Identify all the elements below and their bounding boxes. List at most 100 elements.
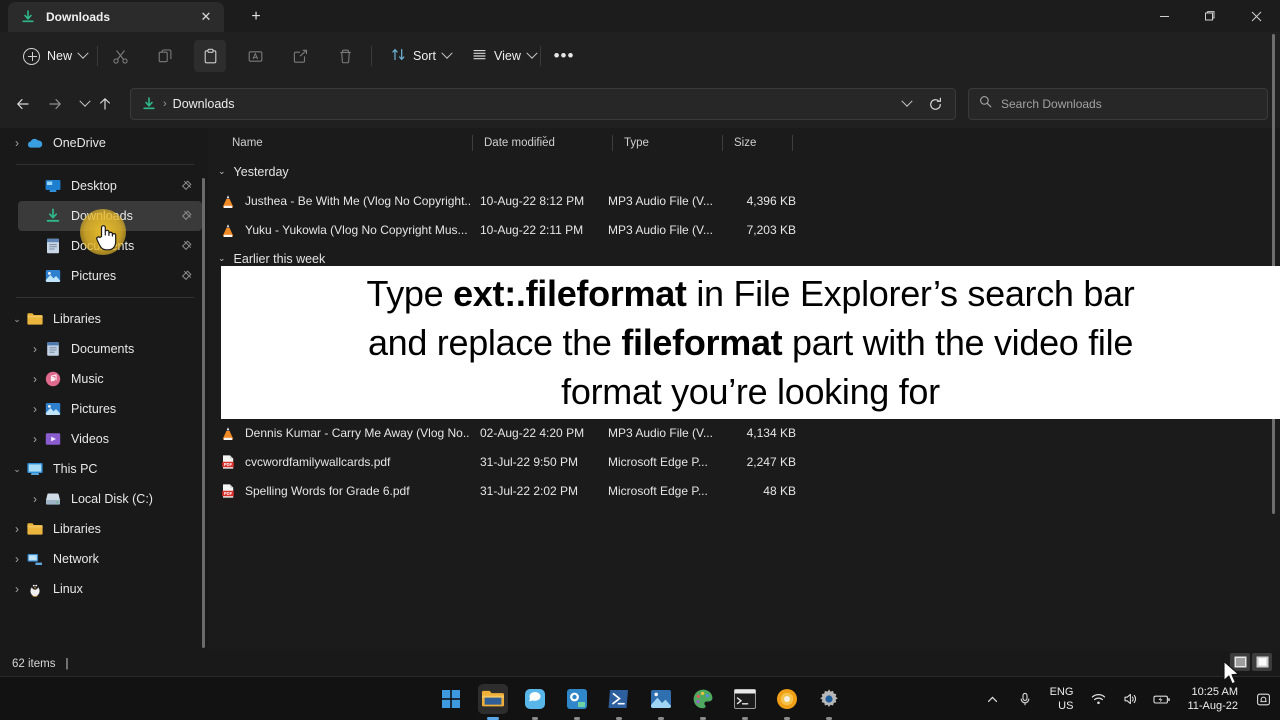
- edge-browser-icon[interactable]: [562, 684, 592, 714]
- photos-icon[interactable]: [646, 684, 676, 714]
- chevron-right-icon[interactable]: ›: [26, 492, 44, 506]
- back-button[interactable]: [8, 89, 38, 119]
- maximize-button[interactable]: [1187, 0, 1232, 32]
- sidebar-item-local-disk-c[interactable]: ›Local Disk (C:): [18, 484, 202, 514]
- file-row[interactable]: Dennis Kumar - Carry Me Away (Vlog No...…: [208, 418, 1280, 447]
- sidebar-item-label: Libraries: [53, 522, 101, 536]
- file-group-header[interactable]: ⌄Yesterday: [208, 157, 1280, 186]
- window-close-button[interactable]: [1232, 0, 1280, 32]
- file-row[interactable]: Yuku - Yukowla (Vlog No Copyright Mus...…: [208, 215, 1280, 244]
- file-name: Justhea - Be With Me (Vlog No Copyright.…: [245, 194, 470, 208]
- teams-chat-icon[interactable]: [520, 684, 550, 714]
- sidebar-item-label: Linux: [53, 582, 83, 596]
- search-box[interactable]: Search Downloads: [968, 88, 1268, 120]
- sidebar-item-music[interactable]: ›Music: [18, 364, 202, 394]
- settings-gear-icon[interactable]: [814, 684, 844, 714]
- chevron-up-icon[interactable]: [982, 688, 1004, 710]
- search-icon: [979, 95, 992, 113]
- view-button[interactable]: View: [464, 40, 544, 72]
- downloads-arrow-icon: [141, 96, 157, 112]
- sidebar-scrollbar[interactable]: [202, 178, 205, 648]
- microphone-icon[interactable]: [1014, 688, 1036, 710]
- chevron-right-icon[interactable]: ›: [26, 342, 44, 356]
- chevron-down-icon[interactable]: ⌄: [8, 464, 26, 475]
- this-pc-icon: [26, 460, 44, 478]
- tab-downloads[interactable]: Downloads ✕: [8, 2, 224, 32]
- chevron-down-icon[interactable]: ⌄: [8, 314, 26, 325]
- minimize-button[interactable]: [1142, 0, 1187, 32]
- language-indicator[interactable]: ENG US: [1046, 685, 1078, 713]
- file-row[interactable]: Justhea - Be With Me (Vlog No Copyright.…: [208, 186, 1280, 215]
- sidebar-item-libraries[interactable]: ⌄Libraries: [0, 304, 202, 334]
- sort-button[interactable]: Sort: [383, 40, 459, 72]
- windows-start-icon[interactable]: [436, 684, 466, 714]
- clock[interactable]: 10:25 AM 11-Aug-22: [1183, 685, 1242, 713]
- paint-icon[interactable]: [688, 684, 718, 714]
- file-row[interactable]: PDFcvcwordfamilywallcards.pdf31-Jul-22 9…: [208, 447, 1280, 476]
- sort-icon: [391, 47, 406, 65]
- delete-button[interactable]: [329, 40, 361, 72]
- cut-icon: [112, 48, 129, 65]
- chevron-down-icon: [77, 48, 88, 59]
- battery-charging-icon[interactable]: [1151, 688, 1173, 710]
- firefox-icon[interactable]: [772, 684, 802, 714]
- chevron-right-icon[interactable]: ›: [26, 372, 44, 386]
- chevron-right-icon[interactable]: ›: [26, 402, 44, 416]
- sidebar-item-network[interactable]: ›Network: [0, 544, 202, 574]
- file-explorer-icon[interactable]: [478, 684, 508, 714]
- new-tab-button[interactable]: +: [243, 5, 269, 29]
- new-button[interactable]: New: [14, 40, 96, 72]
- videos-lib-icon: [44, 430, 62, 448]
- chevron-right-icon[interactable]: ›: [8, 552, 26, 566]
- paste-button[interactable]: [194, 40, 226, 72]
- chevron-right-icon[interactable]: ›: [26, 432, 44, 446]
- file-type-cell: Microsoft Edge P...: [608, 447, 708, 476]
- chevron-right-icon[interactable]: ›: [8, 522, 26, 536]
- sidebar-item-videos[interactable]: ›Videos: [18, 424, 202, 454]
- file-row[interactable]: PDFSpelling Words for Grade 6.pdf31-Jul-…: [208, 476, 1280, 505]
- item-count: 62 items: [0, 658, 55, 670]
- view-icon: [472, 47, 487, 65]
- sidebar-item-libraries[interactable]: › Libraries: [0, 514, 202, 544]
- sidebar-item-linux[interactable]: › Linux: [0, 574, 202, 604]
- sidebar-item-documents[interactable]: ›Documents: [18, 334, 202, 364]
- column-header-name[interactable]: Name: [220, 128, 263, 157]
- sidebar-item-pictures[interactable]: ›Pictures: [18, 394, 202, 424]
- sidebar-item-desktop[interactable]: Desktop: [18, 171, 202, 201]
- wifi-icon[interactable]: [1087, 688, 1109, 710]
- pin-icon[interactable]: [181, 180, 192, 193]
- up-button[interactable]: [90, 89, 120, 119]
- chevron-right-icon[interactable]: ›: [8, 582, 26, 596]
- close-icon[interactable]: ✕: [196, 7, 216, 27]
- terminal-icon[interactable]: [730, 684, 760, 714]
- breadcrumb[interactable]: Downloads: [173, 97, 235, 111]
- speaker-icon[interactable]: [1119, 688, 1141, 710]
- address-bar[interactable]: › Downloads: [130, 88, 956, 120]
- sidebar-item-onedrive[interactable]: ›OneDrive: [0, 128, 202, 158]
- refresh-icon[interactable]: [921, 90, 949, 118]
- powershell-icon[interactable]: [604, 684, 634, 714]
- copy-button[interactable]: [149, 40, 181, 72]
- column-header-size[interactable]: Size: [722, 128, 756, 157]
- forward-button[interactable]: [40, 89, 70, 119]
- sidebar-item-pictures[interactable]: Pictures: [18, 261, 202, 291]
- address-chevron-down-icon[interactable]: [893, 90, 921, 118]
- column-header-type[interactable]: Type: [612, 128, 649, 157]
- file-name-cell: Yuku - Yukowla (Vlog No Copyright Mus...: [220, 215, 470, 244]
- more-options-button[interactable]: •••: [549, 40, 579, 72]
- overlay-line-2: and replace the fileformat part with the…: [368, 318, 1133, 367]
- cut-button[interactable]: [104, 40, 136, 72]
- chevron-right-icon[interactable]: ›: [8, 136, 26, 150]
- pin-icon[interactable]: [181, 210, 192, 223]
- share-button[interactable]: [284, 40, 316, 72]
- overlay-line-1-a: Type: [367, 273, 454, 314]
- pin-icon[interactable]: [181, 270, 192, 283]
- rename-button[interactable]: [239, 40, 271, 72]
- pin-icon[interactable]: [181, 240, 192, 253]
- sidebar-item-this-pc[interactable]: ⌄This PC: [0, 454, 202, 484]
- large-icons-view-icon[interactable]: [1252, 653, 1272, 671]
- column-divider[interactable]: [792, 135, 793, 151]
- notification-bell-icon[interactable]: [1252, 688, 1274, 710]
- search-input[interactable]: Search Downloads: [1001, 97, 1102, 111]
- status-bar: 62 items |: [0, 651, 1280, 676]
